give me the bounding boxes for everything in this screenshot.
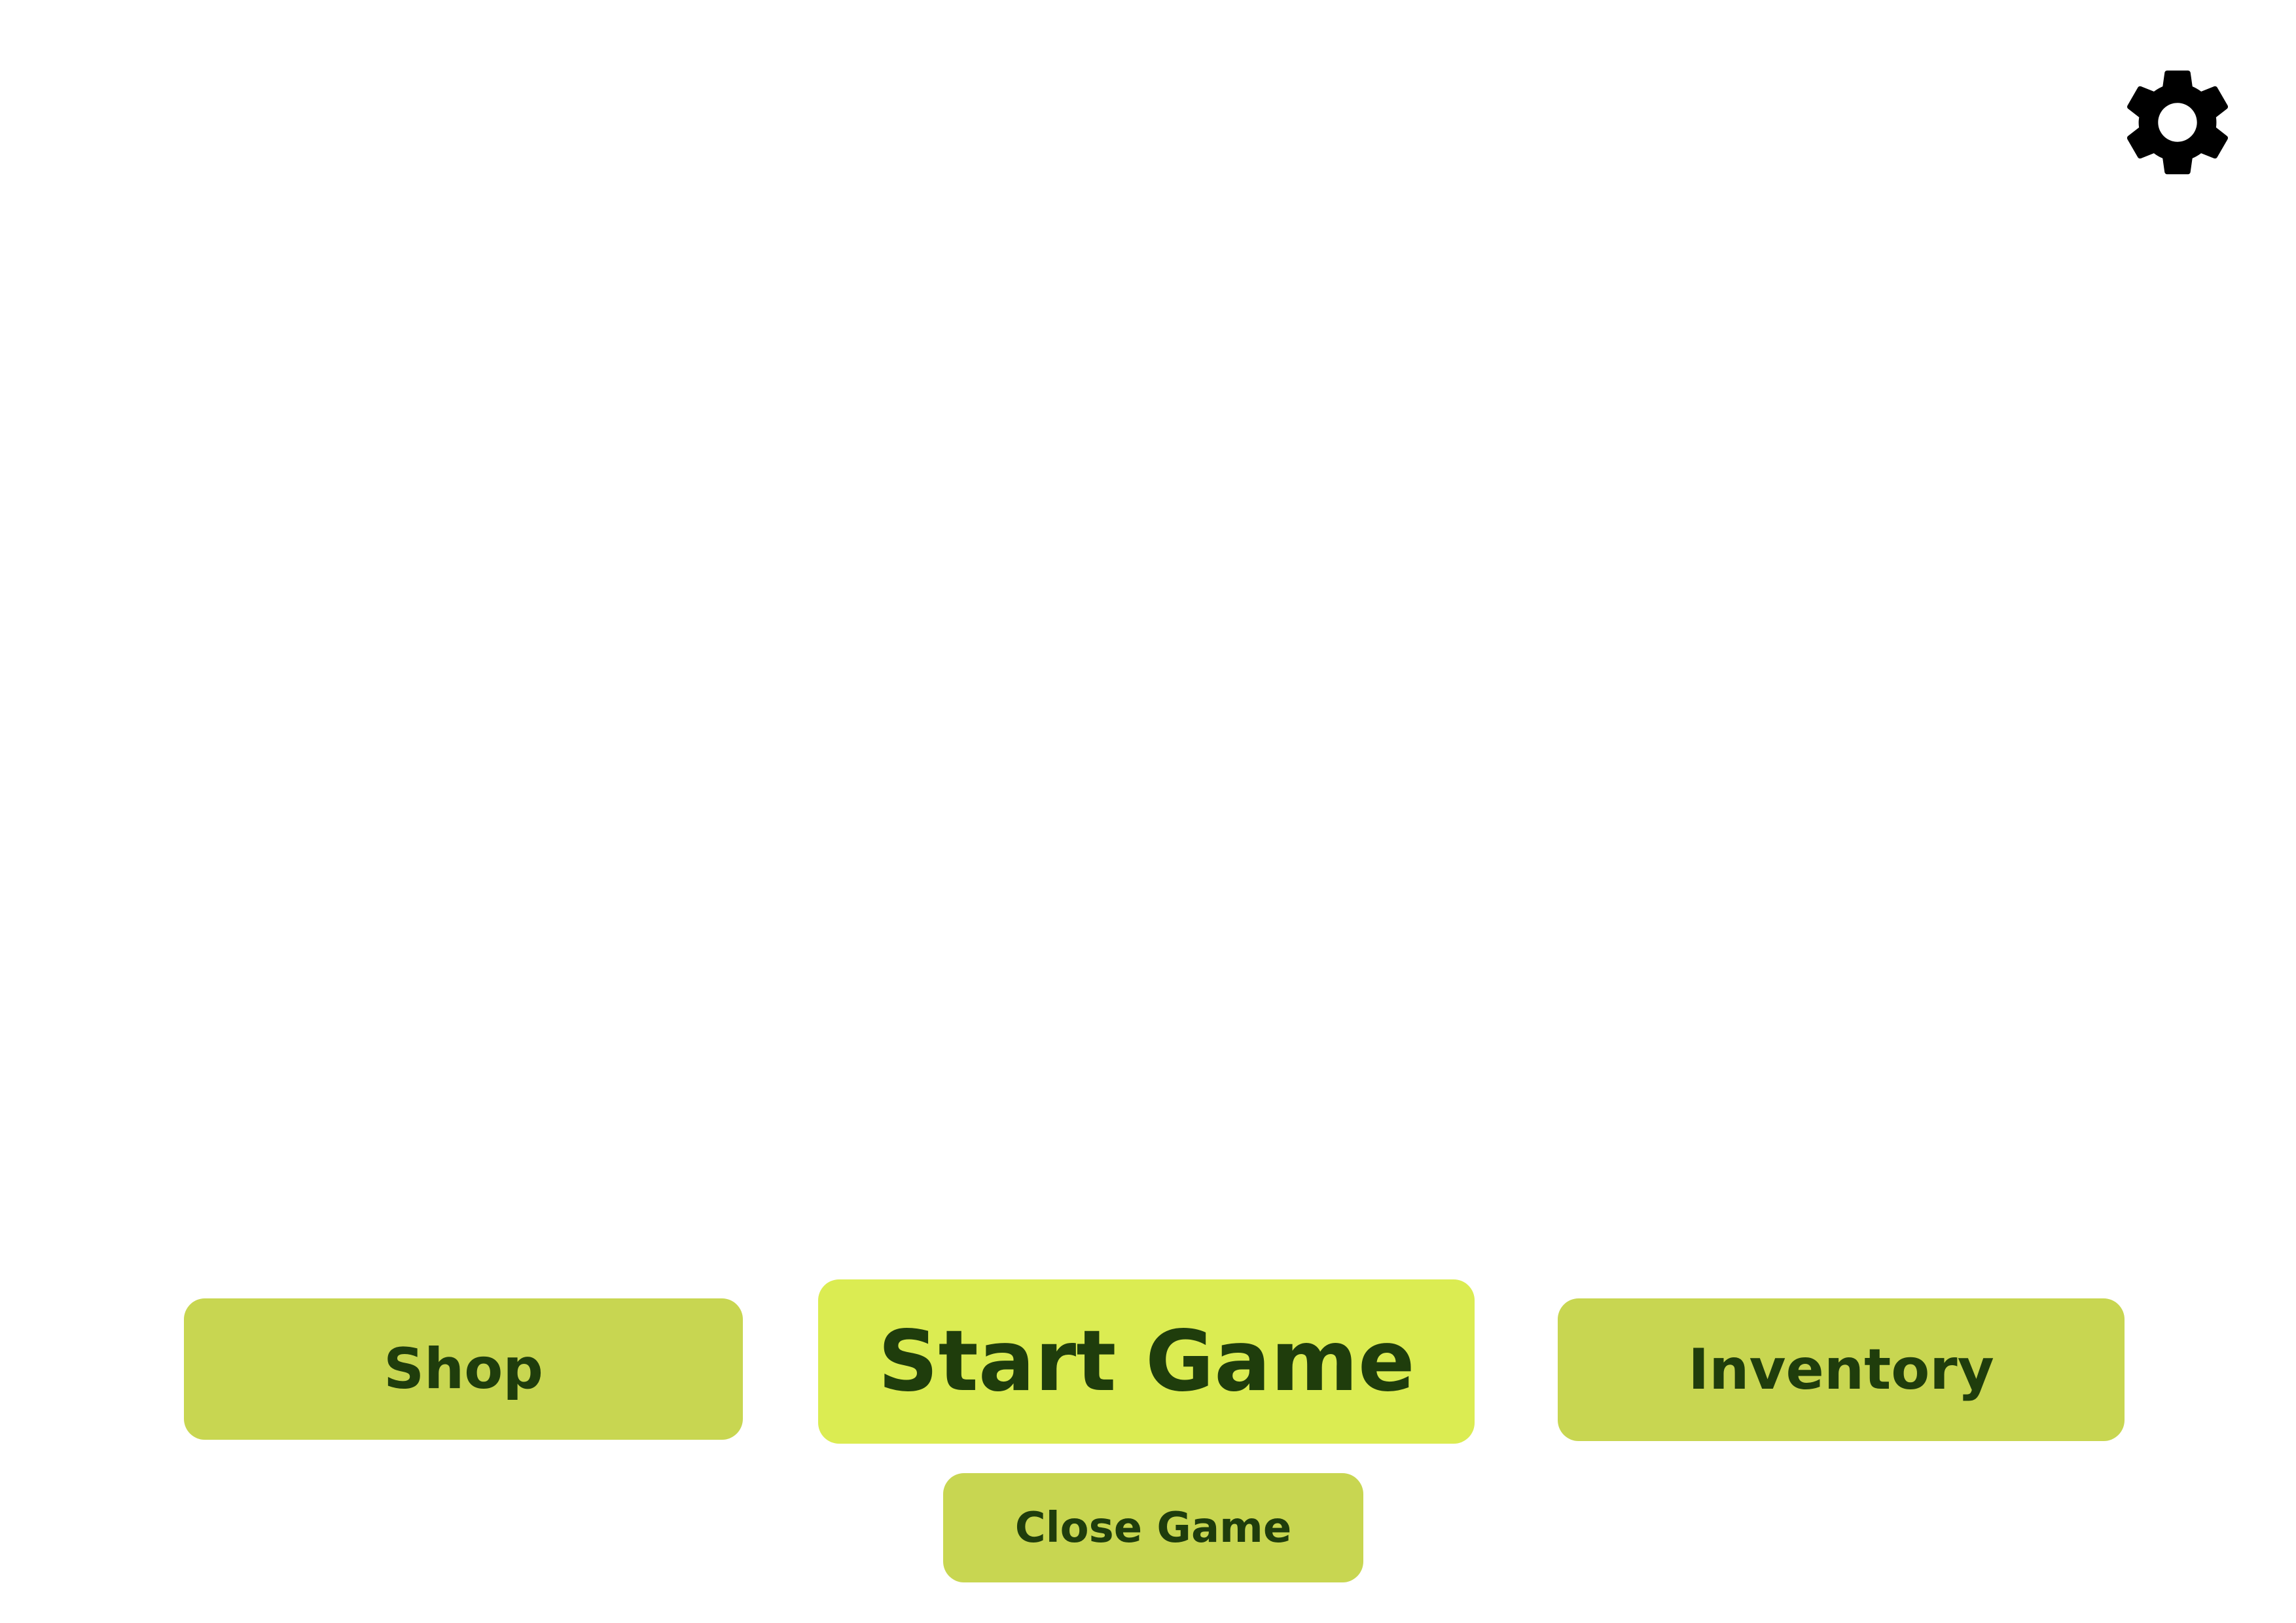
inventory-button-label: Inventory: [1688, 1337, 1994, 1402]
start-game-button[interactable]: Start Game: [818, 1279, 1475, 1444]
inventory-button[interactable]: Inventory: [1558, 1298, 2125, 1441]
close-game-button[interactable]: Close Game: [943, 1473, 1363, 1582]
shop-button[interactable]: Shop: [184, 1298, 743, 1440]
gear-icon: [2126, 70, 2229, 175]
settings-button[interactable]: [2113, 58, 2242, 187]
shop-button-label: Shop: [384, 1336, 543, 1402]
start-game-button-label: Start Game: [878, 1313, 1415, 1410]
close-game-button-label: Close Game: [1014, 1503, 1292, 1552]
